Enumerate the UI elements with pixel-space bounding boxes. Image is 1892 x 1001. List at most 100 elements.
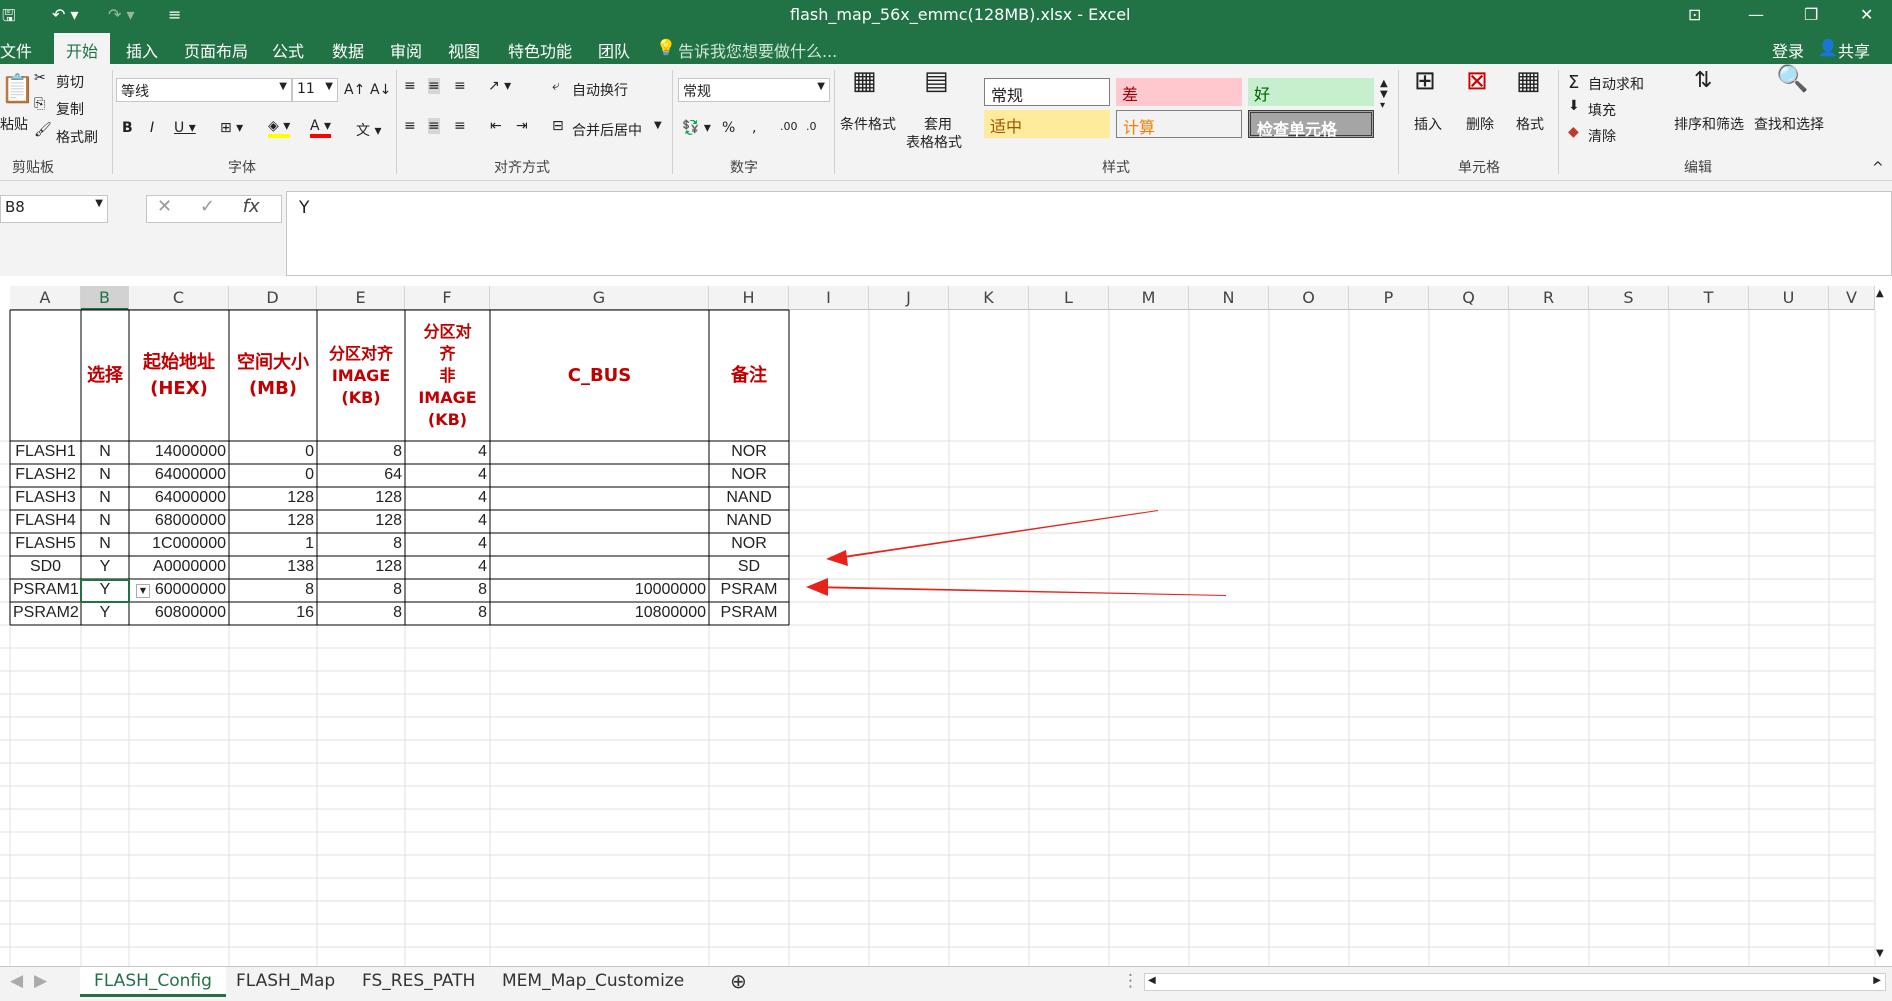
format-table-button-l1[interactable]: 套用 <box>924 114 952 134</box>
column-header-p[interactable]: P <box>1349 286 1429 310</box>
column-header-v[interactable]: V <box>1829 286 1875 310</box>
scroll-left-icon[interactable]: ◀ <box>1148 975 1156 986</box>
table-cell[interactable]: N <box>81 464 129 487</box>
sheet-tab-flash-config[interactable]: FLASH_Config <box>80 967 226 997</box>
table-cell[interactable]: 8 <box>317 533 405 556</box>
table-cell[interactable]: 4 <box>405 441 490 464</box>
comma-icon[interactable]: , <box>752 120 756 136</box>
table-cell[interactable]: SD0 <box>10 556 81 579</box>
table-cell[interactable]: 16 <box>229 602 317 625</box>
copy-button[interactable]: 复制 <box>56 99 84 119</box>
table-cell[interactable]: FLASH5 <box>10 533 81 556</box>
table-cell[interactable]: 60800000 <box>129 602 229 625</box>
increase-indent-icon[interactable]: ⇥ <box>516 118 528 134</box>
table-cell[interactable]: N <box>81 533 129 556</box>
merge-center-button[interactable]: 合并后居中 <box>572 120 642 140</box>
table-header-cell[interactable]: 空间大小 (MB) <box>229 310 317 441</box>
minimize-icon[interactable]: — <box>1748 5 1764 24</box>
maximize-icon[interactable]: ❐ <box>1804 5 1818 24</box>
underline-icon[interactable]: U ▾ <box>174 120 196 136</box>
name-box[interactable]: B8 ▼ <box>0 195 108 223</box>
table-cell[interactable]: 64 <box>317 464 405 487</box>
percent-icon[interactable]: % <box>722 120 735 136</box>
table-cell[interactable]: FLASH4 <box>10 510 81 533</box>
delete-cells-button[interactable]: 删除 <box>1466 114 1494 134</box>
table-header-cell[interactable]: C_BUS <box>490 310 709 441</box>
tab-team[interactable]: 团队 <box>598 38 630 62</box>
table-cell[interactable]: 64000000 <box>129 487 229 510</box>
column-header-l[interactable]: L <box>1029 286 1109 310</box>
login-link[interactable]: 登录 <box>1772 38 1804 62</box>
column-header-r[interactable]: R <box>1509 286 1589 310</box>
table-cell[interactable] <box>490 441 709 464</box>
currency-icon[interactable]: 💱 ▾ <box>682 120 711 136</box>
dropdown-arrow-icon[interactable]: ▼ <box>136 584 150 598</box>
number-format-combo[interactable]: 常规 ▼ <box>678 78 830 102</box>
share-button[interactable]: 共享 <box>1838 38 1870 62</box>
fill-color-icon[interactable]: ◈ ▾ <box>268 118 291 138</box>
table-cell[interactable]: NOR <box>709 441 789 464</box>
column-header-e[interactable]: E <box>317 286 405 310</box>
table-cell[interactable]: 4 <box>405 556 490 579</box>
column-header-k[interactable]: K <box>949 286 1029 310</box>
table-cell[interactable]: PSRAM <box>709 602 789 625</box>
table-cell[interactable]: 138 <box>229 556 317 579</box>
align-bottom-icon[interactable]: ≡ <box>454 78 466 94</box>
table-cell[interactable]: N <box>81 441 129 464</box>
table-cell[interactable]: 8 <box>229 579 317 602</box>
style-bad[interactable]: 差 <box>1116 78 1242 106</box>
table-cell[interactable]: 128 <box>317 510 405 533</box>
table-cell[interactable]: 8 <box>317 579 405 602</box>
fill-button[interactable]: 填充 <box>1588 100 1616 120</box>
borders-icon[interactable]: ⊞ ▾ <box>220 120 243 136</box>
column-header-d[interactable]: D <box>229 286 317 310</box>
table-cell[interactable]: PSRAM1 <box>10 579 81 602</box>
table-cell[interactable]: FLASH3 <box>10 487 81 510</box>
table-cell[interactable] <box>490 533 709 556</box>
tab-data[interactable]: 数据 <box>332 38 364 62</box>
scroll-right-icon[interactable]: ▶ <box>1873 975 1881 986</box>
column-header-a[interactable]: A <box>10 286 81 310</box>
column-header-i[interactable]: I <box>789 286 869 310</box>
sheet-tab-fs-res-path[interactable]: FS_RES_PATH <box>362 967 475 997</box>
autosum-button[interactable]: 自动求和 <box>1588 74 1644 94</box>
column-header-b[interactable]: B <box>81 286 129 310</box>
table-cell[interactable]: 8 <box>317 441 405 464</box>
enter-icon[interactable]: ✓ <box>200 196 215 217</box>
worksheet-grid[interactable]: ABCDEFGHIJKLMNOPQRSTUV 选择 起始地址 (HEX) 空间大小 … <box>0 286 1892 966</box>
table-cell[interactable]: 4 <box>405 464 490 487</box>
table-cell[interactable]: A0000000 <box>129 556 229 579</box>
table-cell[interactable]: 128 <box>317 487 405 510</box>
table-cell[interactable]: 0 <box>229 441 317 464</box>
format-painter-button[interactable]: 格式刷 <box>56 127 98 147</box>
table-cell[interactable]: FLASH1 <box>10 441 81 464</box>
table-cell[interactable]: SD <box>709 556 789 579</box>
table-cell[interactable]: 4 <box>405 510 490 533</box>
tell-me-box[interactable]: 告诉我您想要做什么... <box>678 38 837 62</box>
table-header-cell[interactable]: 分区对 齐 非 IMAGE (KB) <box>405 310 490 441</box>
save-icon[interactable]: 🖫 <box>2 5 16 32</box>
format-cells-button[interactable]: 格式 <box>1516 114 1544 134</box>
sheet-nav-next-icon[interactable]: ▶ <box>34 967 47 997</box>
format-table-button-l2[interactable]: 表格格式 <box>906 132 962 152</box>
sort-filter-button[interactable]: 排序和筛选 <box>1674 114 1744 134</box>
column-header-h[interactable]: H <box>709 286 789 310</box>
tab-insert[interactable]: 插入 <box>126 38 158 62</box>
cut-button[interactable]: 剪切 <box>56 72 84 92</box>
undo-icon[interactable]: ↶ ▾ <box>52 5 79 24</box>
horizontal-scrollbar[interactable]: ◀ ▶ <box>1144 973 1886 991</box>
shrink-font-icon[interactable]: A↓ <box>370 82 391 98</box>
grow-font-icon[interactable]: A↑ <box>344 82 365 98</box>
vertical-scroll-down-icon[interactable]: ▼ <box>1876 948 1884 959</box>
orientation-icon[interactable]: ↗ ▾ <box>488 78 511 94</box>
table-cell[interactable]: 128 <box>229 510 317 533</box>
table-cell[interactable]: 8 <box>405 579 490 602</box>
table-cell[interactable]: FLASH2 <box>10 464 81 487</box>
table-cell[interactable]: N <box>81 510 129 533</box>
table-cell[interactable]: 128 <box>317 556 405 579</box>
table-cell[interactable]: 4 <box>405 487 490 510</box>
formula-input[interactable]: Y <box>286 191 1892 276</box>
style-calculation[interactable]: 计算 <box>1116 110 1242 138</box>
table-cell[interactable]: 8 <box>405 602 490 625</box>
align-right-icon[interactable]: ≡ <box>454 118 466 134</box>
